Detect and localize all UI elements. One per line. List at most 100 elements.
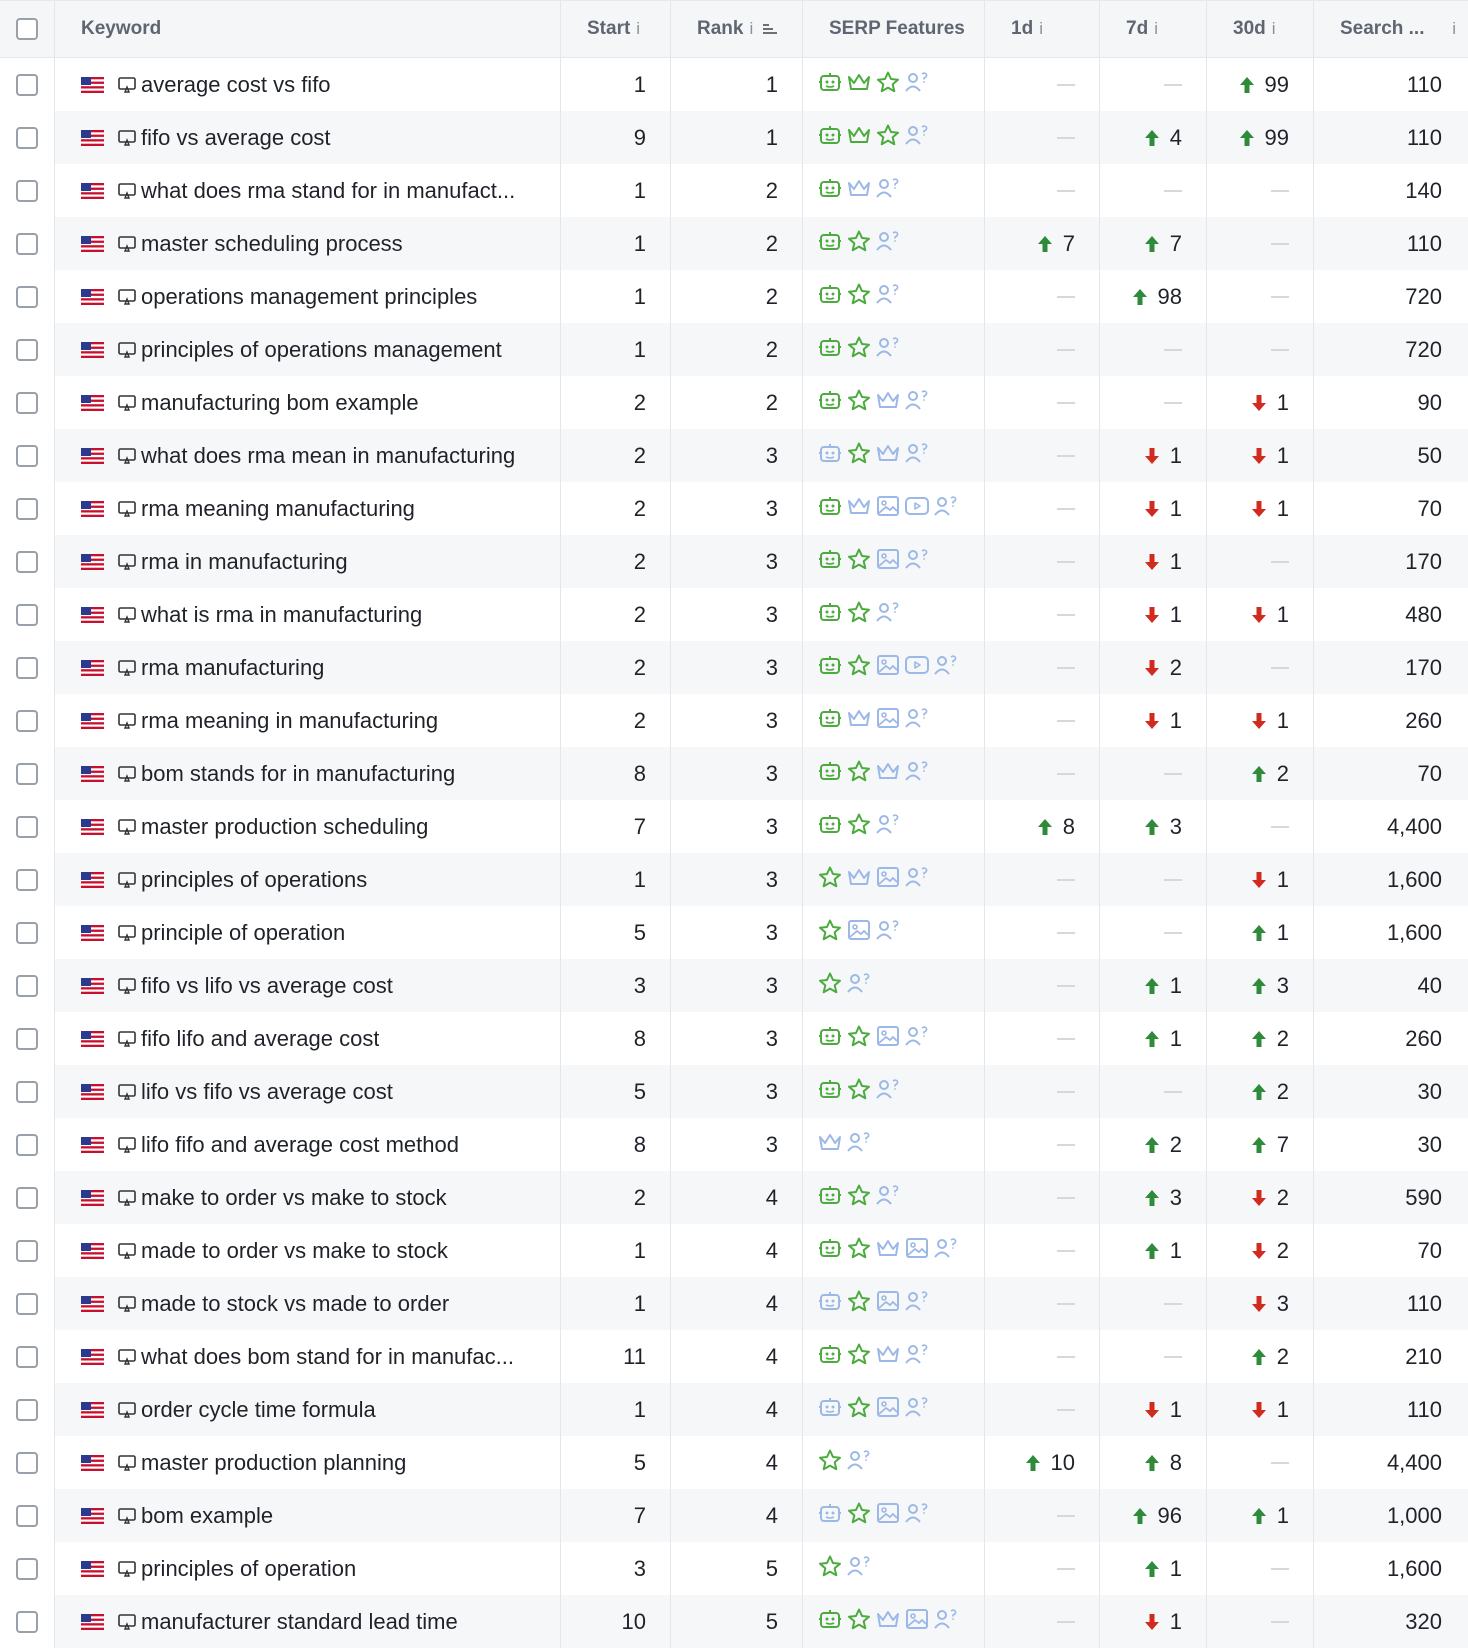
- star-feature-icon[interactable]: [846, 1289, 872, 1318]
- keyword-cell[interactable]: master production scheduling: [55, 800, 561, 853]
- people-feature-icon[interactable]: [904, 388, 930, 417]
- row-checkbox[interactable]: [16, 815, 38, 838]
- keyword-cell[interactable]: principles of operation: [55, 1542, 561, 1595]
- row-checkbox[interactable]: [16, 232, 38, 255]
- table-row[interactable]: average cost vs fifo 1 1 99 110: [0, 58, 1468, 111]
- star-feature-icon[interactable]: [846, 1077, 872, 1106]
- header-30d[interactable]: 30d i: [1207, 1, 1314, 57]
- people-feature-icon[interactable]: [904, 1395, 930, 1424]
- keyword-cell[interactable]: principles of operations management: [55, 323, 561, 376]
- table-row[interactable]: fifo vs average cost 9 1 4 99 110: [0, 111, 1468, 164]
- row-checkbox[interactable]: [16, 1557, 38, 1580]
- keyword-cell[interactable]: made to order vs make to stock: [55, 1224, 561, 1277]
- people-feature-icon[interactable]: [875, 335, 901, 364]
- row-checkbox[interactable]: [16, 338, 38, 361]
- image-feature-icon[interactable]: [875, 653, 901, 682]
- crown-feature-icon[interactable]: [875, 1236, 901, 1265]
- star-feature-icon[interactable]: [846, 600, 872, 629]
- star-feature-icon[interactable]: [875, 70, 901, 99]
- table-row[interactable]: what does bom stand for in manufac... 11 4…: [0, 1330, 1468, 1383]
- people-feature-icon[interactable]: [904, 70, 930, 99]
- row-checkbox[interactable]: [16, 550, 38, 573]
- star-feature-icon[interactable]: [817, 865, 843, 894]
- row-checkbox[interactable]: [16, 1239, 38, 1262]
- row-checkbox[interactable]: [16, 179, 38, 202]
- star-feature-icon[interactable]: [846, 335, 872, 364]
- image-feature-icon[interactable]: [846, 918, 872, 947]
- table-row[interactable]: bom example 7 4 96 1 1,000: [0, 1489, 1468, 1542]
- table-row[interactable]: fifo vs lifo vs average cost 3 3 1 3 40: [0, 959, 1468, 1012]
- row-checkbox[interactable]: [16, 1080, 38, 1103]
- ai-feature-icon[interactable]: [817, 70, 843, 99]
- table-row[interactable]: make to order vs make to stock 2 4 3 2 590: [0, 1171, 1468, 1224]
- people-feature-icon[interactable]: [933, 1236, 959, 1265]
- table-row[interactable]: made to order vs make to stock 1 4 1 2 70: [0, 1224, 1468, 1277]
- row-checkbox[interactable]: [16, 1133, 38, 1156]
- keyword-cell[interactable]: rma manufacturing: [55, 641, 561, 694]
- keyword-cell[interactable]: principle of operation: [55, 906, 561, 959]
- keyword-cell[interactable]: order cycle time formula: [55, 1383, 561, 1436]
- table-row[interactable]: made to stock vs made to order 1 4 3 110: [0, 1277, 1468, 1330]
- ai-feature-icon[interactable]: [817, 1077, 843, 1106]
- select-all-checkbox[interactable]: [16, 18, 38, 40]
- keyword-cell[interactable]: made to stock vs made to order: [55, 1277, 561, 1330]
- table-row[interactable]: principles of operation 3 5 1 1,600: [0, 1542, 1468, 1595]
- star-feature-icon[interactable]: [846, 653, 872, 682]
- table-row[interactable]: operations management principles 1 2 98 720: [0, 270, 1468, 323]
- keyword-cell[interactable]: bom stands for in manufacturing: [55, 747, 561, 800]
- table-row[interactable]: rma meaning manufacturing 2 3 1 1 70: [0, 482, 1468, 535]
- ai-feature-icon[interactable]: [817, 547, 843, 576]
- row-checkbox[interactable]: [16, 1504, 38, 1527]
- row-checkbox[interactable]: [16, 709, 38, 732]
- people-feature-icon[interactable]: [875, 1183, 901, 1212]
- ai-feature-icon[interactable]: [817, 229, 843, 258]
- header-rank[interactable]: Rank i: [671, 1, 803, 57]
- keyword-cell[interactable]: operations management principles: [55, 270, 561, 323]
- table-row[interactable]: manufacturing bom example 2 2 1 90: [0, 376, 1468, 429]
- keyword-cell[interactable]: master scheduling process: [55, 217, 561, 270]
- image-feature-icon[interactable]: [875, 1289, 901, 1318]
- crown-feature-icon[interactable]: [846, 70, 872, 99]
- people-feature-icon[interactable]: [933, 494, 959, 523]
- table-row[interactable]: lifo fifo and average cost method 8 3 2 7 30: [0, 1118, 1468, 1171]
- ai-feature-icon[interactable]: [817, 494, 843, 523]
- keyword-cell[interactable]: make to order vs make to stock: [55, 1171, 561, 1224]
- people-feature-icon[interactable]: [846, 1554, 872, 1583]
- info-icon[interactable]: i: [1452, 19, 1456, 39]
- people-feature-icon[interactable]: [846, 1448, 872, 1477]
- people-feature-icon[interactable]: [904, 706, 930, 735]
- ai-feature-icon[interactable]: [817, 335, 843, 364]
- header-7d[interactable]: 7d i: [1100, 1, 1207, 57]
- people-feature-icon[interactable]: [933, 653, 959, 682]
- star-feature-icon[interactable]: [846, 229, 872, 258]
- table-row[interactable]: order cycle time formula 1 4 1 1 110: [0, 1383, 1468, 1436]
- people-feature-icon[interactable]: [875, 282, 901, 311]
- star-feature-icon[interactable]: [846, 1236, 872, 1265]
- star-feature-icon[interactable]: [846, 759, 872, 788]
- people-feature-icon[interactable]: [875, 600, 901, 629]
- keyword-cell[interactable]: fifo vs average cost: [55, 111, 561, 164]
- ai-feature-icon[interactable]: [817, 653, 843, 682]
- star-feature-icon[interactable]: [817, 1554, 843, 1583]
- keyword-cell[interactable]: manufacturing bom example: [55, 376, 561, 429]
- row-checkbox[interactable]: [16, 444, 38, 467]
- header-search-volume[interactable]: Search ... i: [1314, 1, 1468, 57]
- header-start[interactable]: Start i: [561, 1, 671, 57]
- table-row[interactable]: what does rma mean in manufacturing 2 3 1 1 5…: [0, 429, 1468, 482]
- header-serp-features[interactable]: SERP Features: [803, 1, 985, 57]
- keyword-cell[interactable]: lifo vs fifo vs average cost: [55, 1065, 561, 1118]
- keyword-cell[interactable]: what does rma mean in manufacturing: [55, 429, 561, 482]
- ai-feature-icon[interactable]: [817, 812, 843, 841]
- keyword-cell[interactable]: principles of operations: [55, 853, 561, 906]
- image-feature-icon[interactable]: [875, 494, 901, 523]
- table-row[interactable]: master production scheduling 7 3 8 3 4,400: [0, 800, 1468, 853]
- table-row[interactable]: rma manufacturing 2 3 2 170: [0, 641, 1468, 694]
- table-row[interactable]: bom stands for in manufacturing 8 3 2 70: [0, 747, 1468, 800]
- people-feature-icon[interactable]: [904, 441, 930, 470]
- video-feature-icon[interactable]: [904, 494, 930, 523]
- people-feature-icon[interactable]: [904, 1024, 930, 1053]
- video-feature-icon[interactable]: [904, 653, 930, 682]
- star-feature-icon[interactable]: [846, 812, 872, 841]
- image-feature-icon[interactable]: [875, 1501, 901, 1530]
- people-feature-icon[interactable]: [875, 1077, 901, 1106]
